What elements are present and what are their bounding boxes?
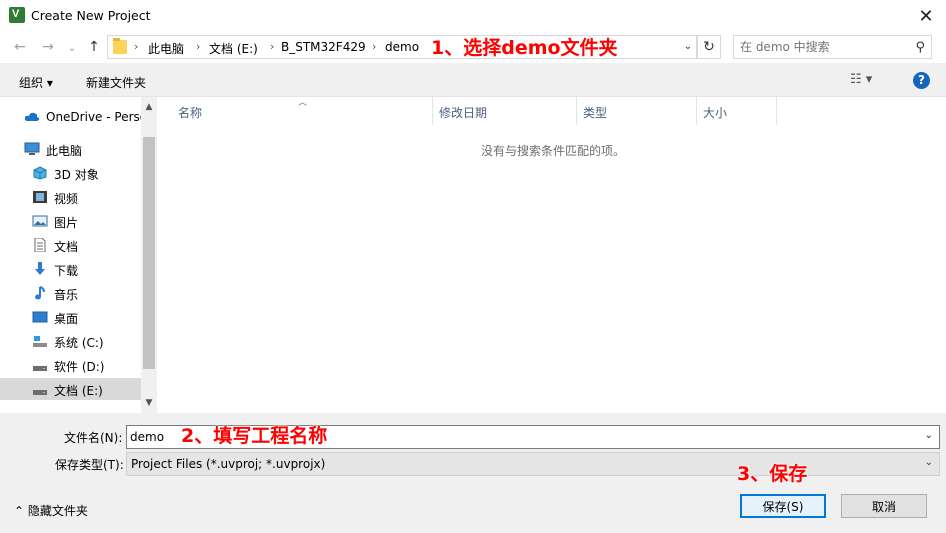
window-title: Create New Project — [31, 8, 151, 23]
column-header-name[interactable]: 名称 — [178, 104, 202, 121]
chevron-down-icon[interactable]: ⌄ — [681, 41, 695, 55]
chevron-down-icon[interactable]: ⌄ — [925, 430, 933, 441]
app-icon: V — [9, 7, 25, 23]
sidebar-item-label: OneDrive - Perso — [46, 110, 148, 124]
hide-folders-toggle[interactable]: ⌃ 隐藏文件夹 — [14, 502, 88, 519]
sidebar-item-label: 文档 — [54, 240, 79, 254]
scrollbar-thumb[interactable] — [143, 137, 155, 369]
breadcrumb-separator: › — [134, 40, 139, 53]
annotation-step2: 2、填写工程名称 — [181, 425, 328, 447]
sidebar-item-label: 下载 — [54, 264, 79, 278]
document-icon — [34, 238, 46, 252]
column-divider[interactable] — [576, 97, 577, 125]
search-icon[interactable]: ⚲ — [915, 40, 925, 55]
computer-icon — [24, 142, 40, 155]
music-icon — [35, 286, 45, 300]
up-arrow-icon[interactable]: ↑ — [84, 37, 104, 57]
cube-icon — [33, 166, 47, 180]
sidebar-item-drive-e[interactable]: 文档 (E:) — [0, 378, 141, 400]
annotation-step1: 1、选择demo文件夹 — [431, 37, 618, 59]
sidebar-item-label: 音乐 — [54, 288, 79, 302]
filename-label: 文件名(N): — [64, 431, 123, 445]
breadcrumb-demo[interactable]: demo — [385, 40, 419, 54]
column-header-size[interactable]: 大小 — [703, 104, 727, 121]
sidebar-item-music[interactable]: 音乐 — [0, 282, 141, 304]
breadcrumb-stm32[interactable]: B_STM32F429 — [281, 40, 366, 54]
save-button[interactable]: 保存(S) — [740, 494, 826, 518]
breadcrumb-separator: › — [372, 40, 377, 53]
sidebar-item-videos[interactable]: 视频 — [0, 186, 141, 208]
sidebar-scrollbar[interactable]: ▲ ▼ — [141, 97, 157, 413]
column-divider[interactable] — [696, 97, 697, 125]
scroll-up-icon[interactable]: ▲ — [141, 99, 157, 115]
chevron-down-icon[interactable]: ⌄ — [925, 457, 933, 468]
search-box[interactable]: ⚲ — [733, 35, 932, 59]
column-divider[interactable] — [432, 97, 433, 125]
close-button[interactable]: ✕ — [906, 0, 946, 32]
breadcrumb-separator: › — [196, 40, 201, 53]
scroll-down-icon[interactable]: ▼ — [141, 395, 157, 411]
drive-icon — [33, 390, 47, 395]
drive-icon — [33, 336, 47, 347]
sidebar-item-label: 软件 (D:) — [54, 360, 105, 374]
sidebar-item-3d-objects[interactable]: 3D 对象 — [0, 162, 141, 184]
sidebar-item-label: 图片 — [54, 216, 79, 230]
recent-locations-icon[interactable]: ⌄ — [62, 37, 82, 57]
search-input[interactable] — [740, 39, 905, 55]
toolbar: 组织 ▾ 新建文件夹 ☷ ▾ ? — [0, 63, 946, 97]
sidebar-item-label: 3D 对象 — [54, 168, 99, 182]
breadcrumb-this-pc[interactable]: 此电脑 — [148, 40, 184, 57]
sidebar-item-label: 视频 — [54, 192, 79, 206]
sidebar-item-label: 系统 (C:) — [54, 336, 104, 350]
sidebar-item-label: 桌面 — [54, 312, 79, 326]
filetype-value: Project Files (*.uvproj; *.uvprojx) — [131, 457, 326, 471]
forward-arrow-icon[interactable]: → — [38, 37, 58, 57]
sidebar-item-documents[interactable]: 文档 — [0, 234, 141, 256]
desktop-icon — [32, 311, 48, 323]
folder-icon — [113, 38, 127, 54]
cloud-icon — [24, 112, 40, 121]
sidebar-item-pictures[interactable]: 图片 — [0, 210, 141, 232]
organize-menu[interactable]: 组织 ▾ — [19, 74, 53, 91]
video-icon — [33, 191, 47, 203]
picture-icon — [32, 215, 48, 227]
column-divider[interactable] — [776, 97, 777, 125]
sidebar-item-downloads[interactable]: 下载 — [0, 258, 141, 280]
help-icon[interactable]: ? — [913, 72, 930, 89]
app-icon-letter: V — [12, 8, 20, 20]
column-header-modified[interactable]: 修改日期 — [439, 104, 487, 121]
sidebar-item-label: 文档 (E:) — [54, 384, 103, 398]
sidebar-item-desktop[interactable]: 桌面 — [0, 306, 141, 328]
file-list: ︿ 名称 修改日期 类型 大小 没有与搜索条件匹配的项。 — [158, 97, 946, 413]
sort-ascending-icon: ︿ — [298, 98, 308, 108]
sidebar-item-drive-c[interactable]: 系统 (C:) — [0, 330, 141, 352]
refresh-button[interactable]: ↻ — [697, 35, 721, 59]
filetype-select[interactable]: Project Files (*.uvproj; *.uvprojx) ⌄ — [126, 452, 940, 476]
title-bar: V Create New Project ✕ — [0, 0, 946, 32]
download-icon — [35, 262, 45, 275]
navigation-pane: OneDrive - Perso 此电脑 3D 对象 视频 图片 文档 下载 音… — [0, 97, 157, 413]
breadcrumb-documents-e[interactable]: 文档 (E:) — [209, 40, 258, 57]
annotation-step3: 3、保存 — [737, 463, 808, 485]
cancel-button[interactable]: 取消 — [841, 494, 927, 518]
new-folder-button[interactable]: 新建文件夹 — [86, 74, 146, 91]
drive-icon — [33, 366, 47, 371]
view-options-icon[interactable]: ☷ ▾ — [850, 72, 872, 87]
sidebar-item-onedrive[interactable]: OneDrive - Perso — [0, 106, 147, 128]
sidebar-item-this-pc[interactable]: 此电脑 — [0, 138, 141, 160]
sidebar-item-drive-d[interactable]: 软件 (D:) — [0, 354, 141, 376]
back-arrow-icon[interactable]: ← — [10, 37, 30, 57]
sidebar-item-label: 此电脑 — [46, 144, 83, 158]
filetype-label: 保存类型(T): — [55, 458, 124, 472]
breadcrumb-separator: › — [270, 40, 275, 53]
empty-message: 没有与搜索条件匹配的项。 — [481, 144, 626, 158]
column-header-type[interactable]: 类型 — [583, 104, 607, 121]
